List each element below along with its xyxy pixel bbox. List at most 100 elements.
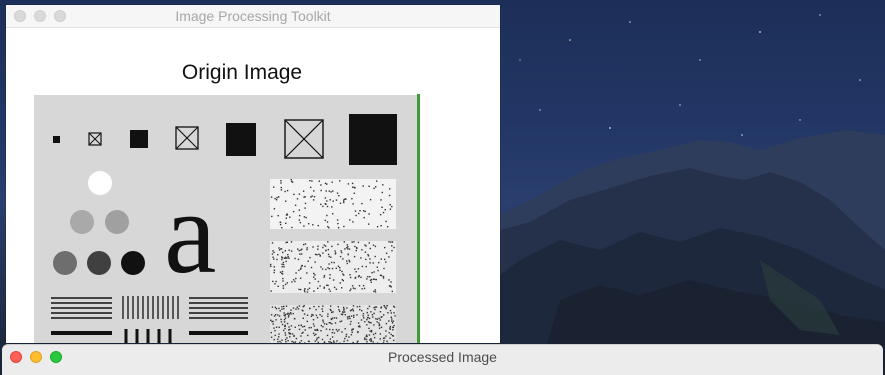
noise-dot [310, 187, 311, 188]
noise-dot [325, 245, 326, 246]
noise-dot [277, 254, 278, 255]
noise-dot [368, 186, 369, 187]
noise-dot [328, 263, 329, 264]
large-filled-square [226, 123, 256, 156]
noise-dot [389, 285, 390, 286]
noise-dot [369, 242, 370, 243]
noise-dot [295, 205, 296, 206]
noise-dot [373, 313, 374, 314]
noise-dot [315, 278, 316, 279]
noise-dot [361, 203, 362, 204]
large-crossed-square [285, 120, 323, 158]
noise-dot [298, 308, 299, 309]
noise-dot [376, 279, 377, 280]
noise-dot [349, 219, 350, 220]
noise-dot [324, 341, 325, 342]
noise-dot [302, 332, 303, 333]
noise-dot [273, 187, 274, 188]
noise-dot [289, 313, 290, 314]
noise-dot [295, 309, 296, 310]
noise-dot [367, 317, 368, 318]
noise-dot [370, 311, 371, 312]
noise-dot [372, 314, 373, 315]
noise-dot [391, 245, 392, 246]
noise-dot [289, 336, 290, 337]
noise-dot [293, 279, 294, 280]
noise-dot [291, 341, 292, 342]
noise-dot [368, 223, 369, 224]
noise-dot [281, 273, 282, 274]
noise-dot [321, 316, 322, 317]
noise-dot [331, 246, 332, 247]
noise-dot [275, 281, 276, 282]
noise-dot [358, 242, 359, 243]
origin-image-window[interactable]: Image Processing Toolkit Origin Image [6, 5, 500, 343]
noise-dot [352, 309, 353, 310]
noise-dot [374, 279, 375, 280]
noise-dot [315, 334, 316, 335]
noise-dot [322, 306, 323, 307]
noise-dot [291, 181, 292, 182]
noise-dot [336, 340, 337, 341]
noise-dot [274, 339, 275, 340]
noise-dot [343, 226, 344, 227]
noise-dot [358, 322, 359, 323]
noise-dot [279, 327, 280, 328]
noise-dot [388, 241, 389, 242]
noise-dot [373, 334, 374, 335]
noise-dot [346, 334, 347, 335]
noise-dot [299, 329, 300, 330]
noise-dot [276, 197, 277, 198]
noise-dot [342, 258, 343, 259]
noise-dot [369, 276, 370, 277]
noise-dot [369, 258, 370, 259]
noise-dot [287, 313, 288, 314]
noise-dot [378, 322, 379, 323]
noise-dot [351, 198, 352, 199]
noise-dot [327, 285, 328, 286]
noise-dot [340, 256, 341, 257]
noise-dot [371, 339, 372, 340]
noise-dot [348, 183, 349, 184]
noise-dot [378, 262, 379, 263]
noise-dot [316, 339, 317, 340]
noise-dot [280, 224, 281, 225]
noise-dot [391, 318, 392, 319]
noise-dot [343, 199, 344, 200]
noise-dot [331, 206, 332, 207]
noise-dot [378, 318, 379, 319]
noise-dot [337, 193, 338, 194]
noise-dot [361, 319, 362, 320]
noise-dot [287, 254, 288, 255]
noise-dot [322, 247, 323, 248]
noise-dot [343, 309, 344, 310]
noise-dot [367, 276, 368, 277]
noise-dot [357, 341, 358, 342]
processed-image-window[interactable]: Processed Image [2, 344, 883, 375]
noise-dot [367, 254, 368, 255]
noise-dot [388, 256, 389, 257]
noise-dot [377, 226, 378, 227]
noise-dot [360, 257, 361, 258]
noise-dot [366, 339, 367, 340]
noise-dot [299, 342, 300, 343]
noise-dot [376, 180, 377, 181]
noise-dot [363, 185, 364, 186]
noise-dot [276, 308, 277, 309]
noise-dot [285, 332, 286, 333]
noise-dot [309, 257, 310, 258]
noise-dot [291, 227, 292, 228]
noise-dot [271, 332, 272, 333]
noise-dot [347, 248, 348, 249]
noise-dot [377, 319, 378, 320]
origin-window-titlebar[interactable]: Image Processing Toolkit [6, 5, 500, 28]
noise-dot [309, 308, 310, 309]
noise-dot [340, 282, 341, 283]
noise-dot [343, 202, 344, 203]
noise-dot [280, 222, 281, 223]
noise-dot [319, 181, 320, 182]
noise-dot [350, 324, 351, 325]
large-letter-glyph: a [164, 167, 216, 298]
noise-dot [370, 330, 371, 331]
noise-dot [339, 311, 340, 312]
